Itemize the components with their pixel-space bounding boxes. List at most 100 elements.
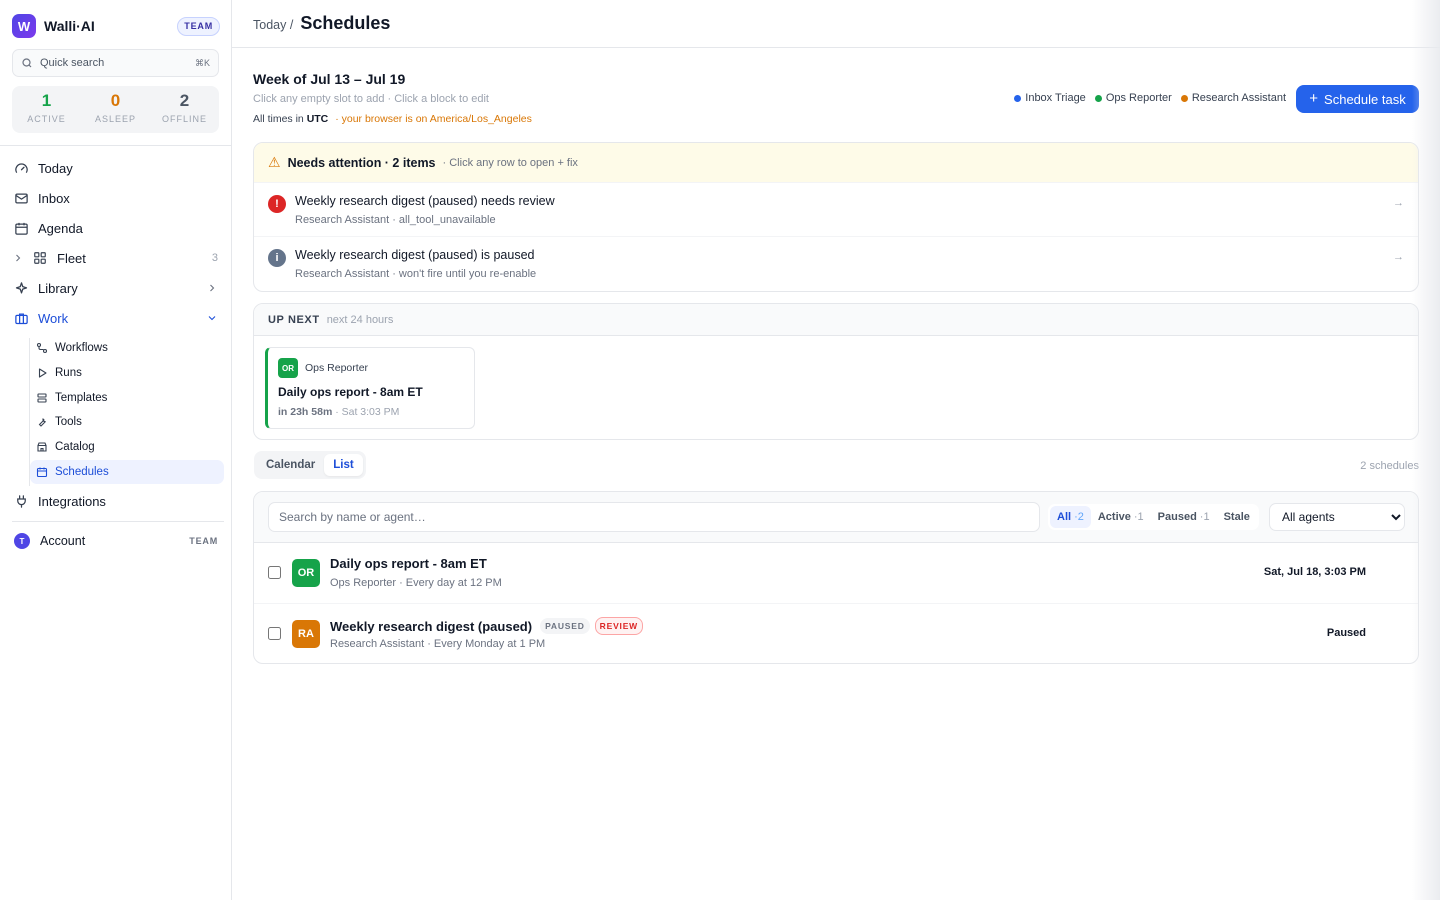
stat-label: ASLEEP (94, 114, 137, 124)
sidebar-item-tools[interactable]: Tools (30, 410, 224, 434)
quick-search[interactable]: Quick search ⌘K (12, 49, 219, 77)
legend-label: Research Assistant (1191, 92, 1286, 104)
chip-label: Active (1097, 511, 1131, 523)
next-run: Paused (1326, 627, 1366, 639)
nav-fleet[interactable]: Fleet 3 (12, 245, 224, 271)
up-next-title: UP NEXT (268, 313, 320, 326)
nav-library[interactable]: Library (12, 275, 224, 301)
agent-legend: Inbox Triage Ops Reporter Research Assis… (1005, 92, 1286, 104)
sidebar-item-label: Templates (55, 392, 108, 404)
view-tabs: Calendar List (254, 451, 366, 479)
stat-active[interactable]: 1 ACTIVE (12, 86, 81, 133)
account-menu[interactable]: T Account TEAM (12, 530, 218, 552)
schedule-name-wrap: Weekly research digest (paused) PAUSED R… (330, 617, 644, 635)
tab-list[interactable]: List (324, 454, 363, 476)
schedule-subtitle: Ops Reporter · Every day at 12 PM (330, 577, 502, 589)
sidebar: W Walli·AI TEAM Quick search ⌘K 1 ACTIVE… (0, 0, 232, 900)
task-when: · Sat 3:03 PM (335, 406, 400, 418)
attention-row[interactable]: ! Weekly research digest (paused) needs … (254, 183, 1418, 237)
tab-calendar[interactable]: Calendar (257, 454, 324, 476)
task-title: Daily ops report - 8am ET (278, 385, 423, 399)
filter-all[interactable]: All ·2 (1050, 506, 1091, 528)
legend-dot (1180, 94, 1188, 102)
arrow-right-icon: → (1393, 251, 1404, 263)
wrench-icon (36, 416, 48, 428)
schedule-name: Weekly research digest (paused) (330, 618, 533, 634)
nav-work[interactable]: Work (12, 305, 224, 331)
next-run: Sat, Jul 18, 3:03 PM (1263, 566, 1366, 578)
search-icon (21, 57, 33, 69)
schedules-count: 2 schedules (1360, 460, 1419, 472)
agent-filter-select[interactable]: All agents (1269, 503, 1405, 531)
stat-asleep[interactable]: 0 ASLEEP (81, 86, 150, 133)
schedule-row[interactable]: RA Weekly research digest (paused) PAUSE… (254, 604, 1418, 663)
nav-label: Work (38, 310, 69, 326)
quick-search-placeholder: Quick search (40, 57, 105, 69)
task-eta: in 23h 58m (278, 406, 333, 418)
page-title: Schedules (300, 13, 391, 33)
schedule-search-input[interactable] (268, 502, 1040, 532)
schedule-task-label: Schedule task (1324, 91, 1406, 107)
agent-name: Ops Reporter (305, 362, 369, 374)
filter-paused[interactable]: Paused ·1 (1151, 506, 1217, 528)
edge-shadow (1412, 0, 1440, 900)
agent-avatar: RA (292, 620, 320, 648)
stat-offline[interactable]: 2 OFFLINE (150, 86, 219, 133)
sidebar-divider (12, 521, 224, 522)
needs-attention-panel: ⚠ Needs attention · 2 items · Click any … (253, 142, 1419, 292)
legend-dot (1014, 94, 1022, 102)
sidebar-item-runs[interactable]: Runs (30, 361, 224, 385)
attention-row-title: Weekly research digest (paused) is pause… (295, 248, 535, 262)
filter-bar: All·2 Active·1 Paused·1 Stale All agents (254, 492, 1418, 543)
legend-label: Inbox Triage (1025, 92, 1086, 104)
nav-label: Library (38, 280, 78, 296)
stat-value: 1 (41, 91, 52, 110)
attention-subtitle: · Click any row to open + fix (442, 156, 578, 169)
sidebar-item-catalog[interactable]: Catalog (30, 435, 224, 459)
sidebar-item-schedules[interactable]: Schedules (30, 460, 224, 484)
filter-active[interactable]: Active ·1 (1091, 506, 1151, 528)
row-checkbox[interactable] (268, 566, 281, 579)
nav-today[interactable]: Today (12, 155, 224, 181)
attention-header: ⚠ Needs attention · 2 items · Click any … (254, 143, 1418, 183)
row-checkbox[interactable] (268, 627, 281, 640)
briefcase-icon (13, 310, 29, 326)
sidebar-item-label: Tools (55, 416, 82, 428)
sidebar-item-label: Workflows (55, 342, 108, 354)
grid-icon (32, 250, 48, 266)
plus-icon: + (1309, 90, 1319, 107)
legend-label: Ops Reporter (1105, 92, 1172, 104)
fleet-count: 3 (211, 252, 218, 264)
sidebar-item-label: Schedules (55, 466, 109, 478)
page-header: Today / Schedules (232, 0, 1440, 48)
stat-value: 2 (179, 91, 190, 110)
timezone-note: All times in UTC · your browser is on Am… (253, 113, 532, 125)
filter-stale[interactable]: Stale (1217, 506, 1257, 528)
brand[interactable]: W Walli·AI TEAM (12, 13, 220, 39)
schedule-row[interactable]: OR Daily ops report - 8am ET Ops Reporte… (254, 543, 1418, 604)
sidebar-item-workflows[interactable]: Workflows (30, 336, 224, 360)
chip-count: ·2 (1074, 511, 1084, 523)
stat-value: 0 (110, 91, 121, 110)
chevron-right-icon[interactable] (12, 252, 24, 264)
tz-prefix: All times in (253, 113, 304, 125)
status-filter: All ·2 Active ·1 Paused ·1 Stale (1048, 504, 1259, 530)
up-next-header: UP NEXT next 24 hours (254, 304, 1418, 336)
schedule-task-button[interactable]: + Schedule task (1296, 85, 1419, 113)
up-next-card[interactable]: OR Ops Reporter Daily ops report - 8am E… (265, 347, 475, 429)
nav-agenda[interactable]: Agenda (12, 215, 224, 241)
shortcut-hint: ⌘K (194, 57, 210, 68)
chip-count: ·1 (1133, 511, 1144, 523)
nav-integrations[interactable]: Integrations (12, 488, 224, 514)
schedules-list-panel: All·2 Active·1 Paused·1 Stale All agents… (253, 491, 1419, 664)
calendar-icon (36, 466, 48, 478)
account-label: Account (40, 534, 86, 548)
breadcrumb[interactable]: Today / (253, 18, 293, 32)
attention-row[interactable]: i Weekly research digest (paused) is pau… (254, 237, 1418, 291)
fleet-stats: 1 ACTIVE 0 ASLEEP 2 OFFLINE (12, 86, 219, 133)
play-icon (36, 367, 48, 379)
chip-label: Stale (1223, 511, 1250, 523)
chevron-right-icon (206, 282, 218, 294)
sidebar-item-templates[interactable]: Templates (30, 386, 224, 410)
nav-inbox[interactable]: Inbox (12, 185, 224, 211)
